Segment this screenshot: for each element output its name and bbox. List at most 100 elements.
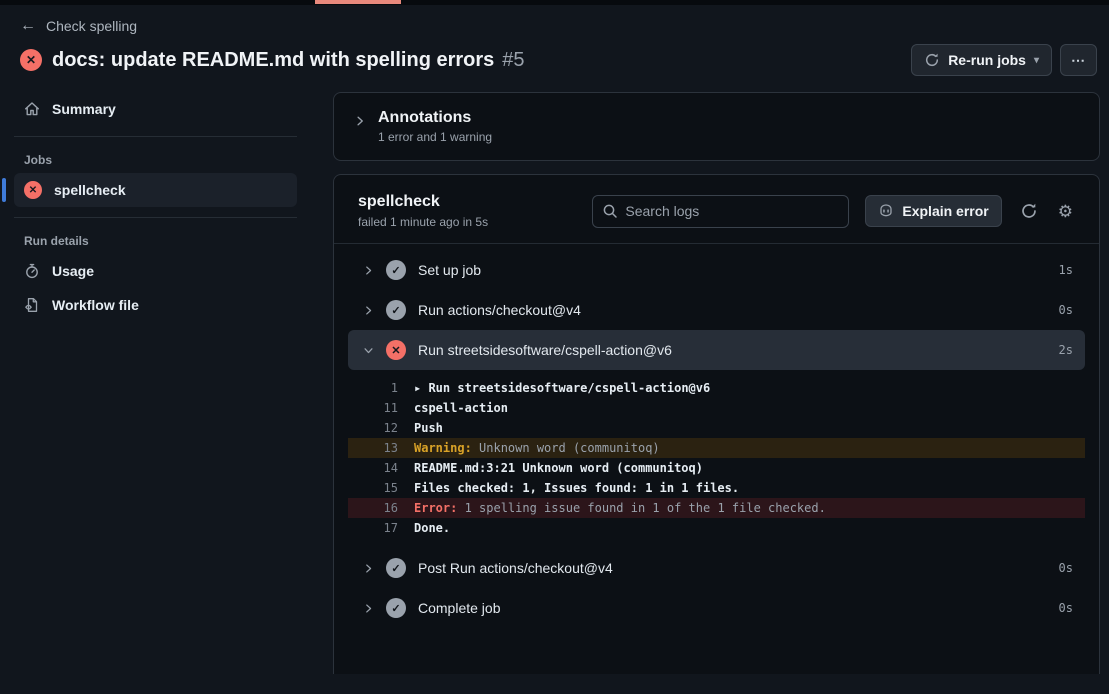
- log-line-text: Files checked: 1, Issues found: 1 in 1 f…: [414, 481, 739, 495]
- log-line-text: ▸ Run streetsidesoftware/cspell-action@v…: [414, 381, 710, 395]
- kebab-icon: ⋯: [1071, 52, 1086, 69]
- step-status-icon: ✓: [386, 260, 406, 280]
- back-arrow-icon[interactable]: ←: [20, 18, 36, 34]
- step-chevron-icon: [362, 305, 374, 316]
- step-label: Complete job: [418, 600, 501, 616]
- log-line: 11 cspell-action: [348, 398, 1085, 418]
- sync-icon: [924, 52, 940, 68]
- sidebar-item-workflow-file[interactable]: Workflow file: [14, 288, 297, 322]
- file-code-icon: [24, 297, 40, 313]
- annotations-panel[interactable]: Annotations 1 error and 1 warning: [333, 92, 1100, 161]
- sidebar-job-spellcheck[interactable]: ✕ spellcheck: [14, 173, 297, 207]
- step-label: Run streetsidesoftware/cspell-action@v6: [418, 342, 672, 358]
- step-duration: 1s: [1059, 263, 1073, 277]
- log-line-number[interactable]: 13: [348, 441, 398, 455]
- sidebar-item-usage[interactable]: Usage: [14, 254, 297, 288]
- step-duration: 0s: [1059, 601, 1073, 615]
- log-line-number[interactable]: 17: [348, 521, 398, 535]
- search-logs-input[interactable]: [592, 195, 849, 228]
- sidebar-job-label: spellcheck: [54, 182, 126, 198]
- run-number: #5: [502, 49, 524, 72]
- home-icon: [24, 101, 40, 117]
- steps-list: ✓ Set up job 1s ✓ Run actions/checkout@v…: [334, 244, 1099, 658]
- log-warning-label: Warning:: [414, 441, 472, 455]
- copilot-icon: [878, 203, 894, 219]
- step-chevron-icon: [362, 563, 374, 574]
- job-header: spellcheck failed 1 minute ago in 5s: [334, 175, 1099, 243]
- log-line-text: Error: 1 spelling issue found in 1 of th…: [414, 501, 826, 515]
- job-subtitle: failed 1 minute ago in 5s: [358, 215, 488, 229]
- refresh-logs-button[interactable]: [1020, 202, 1038, 220]
- log-line-number[interactable]: 15: [348, 481, 398, 495]
- x-glyph: ✕: [26, 53, 36, 67]
- step-duration: 2s: [1059, 343, 1073, 357]
- annotations-subtitle: 1 error and 1 warning: [378, 130, 492, 144]
- step-row[interactable]: ✓ Complete job 0s: [348, 588, 1085, 628]
- step-chevron-icon: [362, 603, 374, 614]
- log-line-number[interactable]: 16: [348, 501, 398, 515]
- sidebar-workflow-file-label: Workflow file: [52, 297, 139, 313]
- log-line: 1 ▸ Run streetsidesoftware/cspell-action…: [348, 378, 1085, 398]
- sidebar-run-details-heading: Run details: [14, 228, 297, 254]
- log-line: 12 Push: [348, 418, 1085, 438]
- log-line-number[interactable]: 12: [348, 421, 398, 435]
- explain-error-label: Explain error: [902, 203, 988, 219]
- step-label: Run actions/checkout@v4: [418, 302, 581, 318]
- log-line-number[interactable]: 11: [348, 401, 398, 415]
- step-status-icon: ✓: [386, 300, 406, 320]
- log-error-label: Error:: [414, 501, 457, 515]
- caret-down-icon: ▾: [1034, 55, 1039, 66]
- log-line: 13 Warning: Unknown word (communitoq): [348, 438, 1085, 458]
- chevron-right-icon: [354, 115, 366, 127]
- more-options-button[interactable]: ⋯: [1060, 44, 1097, 76]
- log-line-number[interactable]: 14: [348, 461, 398, 475]
- search-icon: [602, 203, 618, 219]
- step-label: Post Run actions/checkout@v4: [418, 560, 613, 576]
- log-line-text: Warning: Unknown word (communitoq): [414, 441, 660, 455]
- step-duration: 0s: [1059, 561, 1073, 575]
- main-content: Annotations 1 error and 1 warning spellc…: [315, 86, 1109, 674]
- log-line: 14 README.md:3:21 Unknown word (communit…: [348, 458, 1085, 478]
- sidebar-summary-label: Summary: [52, 101, 116, 117]
- run-header: ← Check spelling ✕ docs: update README.m…: [0, 0, 1109, 86]
- rerun-jobs-button[interactable]: Re-run jobs ▾: [911, 44, 1052, 76]
- sidebar-divider: [14, 136, 297, 137]
- log-group-triangle-icon[interactable]: ▸: [414, 381, 428, 395]
- search-logs-box: [592, 195, 849, 228]
- step-row[interactable]: ✓ Post Run actions/checkout@v4 0s: [348, 548, 1085, 588]
- step-status-icon: ✕: [386, 340, 406, 360]
- step-chevron-icon: [362, 265, 374, 276]
- sidebar-divider: [14, 217, 297, 218]
- explain-error-button[interactable]: Explain error: [865, 195, 1001, 227]
- stopwatch-icon: [24, 263, 40, 279]
- log-line-text: README.md:3:21 Unknown word (communitoq): [414, 461, 703, 475]
- run-failed-icon: ✕: [20, 49, 42, 71]
- rerun-jobs-label: Re-run jobs: [948, 52, 1026, 68]
- sidebar: Summary Jobs ✕ spellcheck Run details Us…: [0, 86, 315, 322]
- log-line-text: Push: [414, 421, 443, 435]
- step-label: Set up job: [418, 262, 481, 278]
- log-line-text: cspell-action: [414, 401, 508, 415]
- loading-bar: [315, 0, 401, 4]
- step-row[interactable]: ✓ Set up job 1s: [348, 250, 1085, 290]
- log-settings-button[interactable]: ⚙: [1058, 203, 1073, 220]
- step-duration: 0s: [1059, 303, 1073, 317]
- step-row[interactable]: ✓ Run actions/checkout@v4 0s: [348, 290, 1085, 330]
- gear-icon: ⚙: [1058, 203, 1073, 220]
- sidebar-usage-label: Usage: [52, 263, 94, 279]
- log-line: 16 Error: 1 spelling issue found in 1 of…: [348, 498, 1085, 518]
- x-glyph: ✕: [29, 185, 37, 196]
- sidebar-item-summary[interactable]: Summary: [14, 92, 297, 126]
- step-chevron-icon: [362, 345, 374, 356]
- log-line-text: Done.: [414, 521, 450, 535]
- log-line: 15 Files checked: 1, Issues found: 1 in …: [348, 478, 1085, 498]
- log-line: 17 Done.: [348, 518, 1085, 538]
- step-row[interactable]: ✕ Run streetsidesoftware/cspell-action@v…: [348, 330, 1085, 370]
- job-failed-icon: ✕: [24, 181, 42, 199]
- sidebar-jobs-heading: Jobs: [14, 147, 297, 173]
- log-line-number[interactable]: 1: [348, 381, 398, 395]
- step-status-icon: ✓: [386, 598, 406, 618]
- annotations-title: Annotations: [378, 109, 492, 127]
- breadcrumb-workflow-link[interactable]: Check spelling: [46, 18, 137, 34]
- breadcrumb: ← Check spelling: [20, 18, 1097, 34]
